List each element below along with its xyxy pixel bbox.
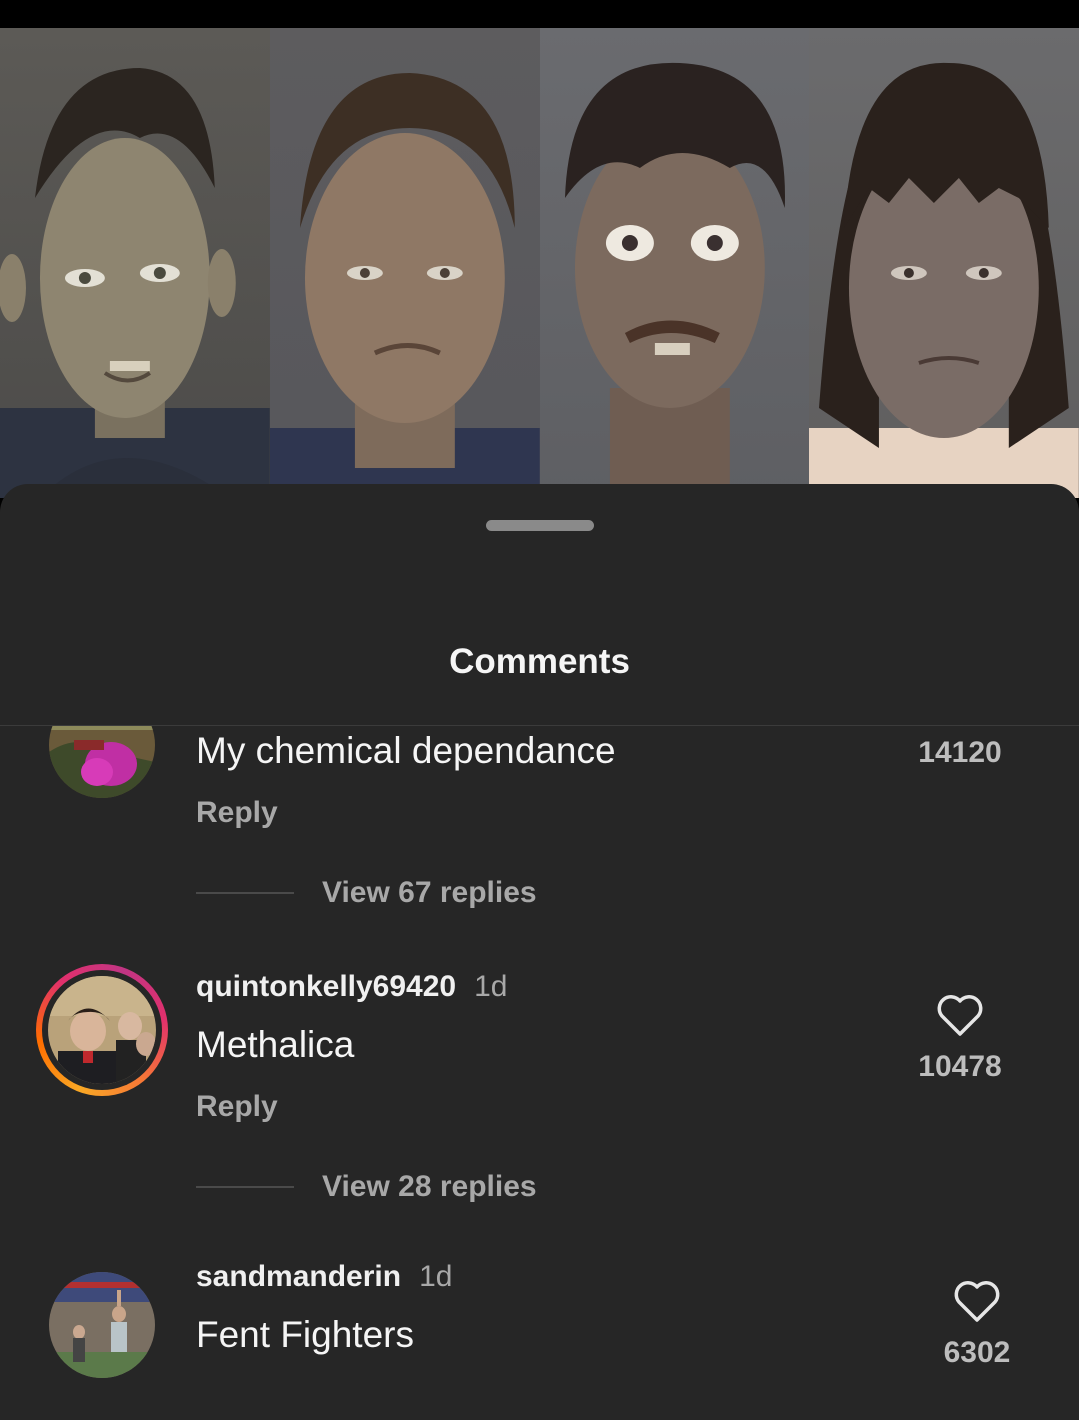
comment-text: Fent Fighters xyxy=(196,1314,414,1355)
post-media-image[interactable] xyxy=(0,28,1079,498)
comment-text: My chemical dependance xyxy=(196,730,616,771)
comment-meta: quintonkelly69420 1d xyxy=(196,970,507,1004)
story-ring[interactable] xyxy=(36,964,168,1096)
view-replies-button[interactable]: View 28 replies xyxy=(196,1170,537,1204)
replies-line xyxy=(196,892,294,894)
username[interactable]: quintonkelly69420 xyxy=(196,970,456,1003)
heart-icon[interactable] xyxy=(934,992,986,1038)
comments-sheet: Comments My chemical dependance Reply Vi… xyxy=(0,484,1079,1420)
comment-time: 1d xyxy=(419,1260,453,1293)
comment-text: Methalica xyxy=(196,1024,355,1065)
like-count: 6302 xyxy=(943,1336,1011,1369)
like-control[interactable]: 14120 xyxy=(900,726,1020,770)
comment-time: 1d xyxy=(474,970,508,1003)
comment-meta: sandmanderin 1d xyxy=(196,1260,452,1294)
sheet-title: Comments xyxy=(449,642,630,681)
heart-icon[interactable] xyxy=(951,1278,1003,1324)
portrait-panel-3 xyxy=(539,28,810,498)
like-count: 10478 xyxy=(918,1050,1002,1083)
view-replies-button[interactable]: View 67 replies xyxy=(196,876,537,910)
reply-button[interactable]: Reply xyxy=(196,1090,278,1124)
comment-item: My chemical dependance Reply View 67 rep… xyxy=(0,726,1079,970)
like-count: 14120 xyxy=(918,736,1002,769)
sheet-drag-handle[interactable] xyxy=(486,520,594,531)
view-replies-label: View 67 replies xyxy=(322,876,537,909)
view-replies-label: View 28 replies xyxy=(322,1170,537,1203)
replies-line xyxy=(196,1186,294,1188)
status-bar xyxy=(0,0,1079,28)
portrait-panel-2 xyxy=(269,28,540,498)
like-control[interactable]: 10478 xyxy=(900,992,1020,1084)
portrait-panel-4 xyxy=(809,28,1079,498)
portrait-panel-1 xyxy=(0,28,270,498)
username[interactable]: sandmanderin xyxy=(196,1260,401,1293)
avatar[interactable] xyxy=(48,976,156,1084)
comment-item: sandmanderin 1d Fent Fighters 6302 xyxy=(0,1260,1079,1420)
like-control[interactable]: 6302 xyxy=(917,1278,1037,1370)
comment-list[interactable]: My chemical dependance Reply View 67 rep… xyxy=(0,726,1079,1420)
avatar[interactable] xyxy=(49,726,155,798)
avatar[interactable] xyxy=(49,1272,155,1378)
comment-item: quintonkelly69420 1d Methalica Reply View… xyxy=(0,964,1079,1264)
reply-button[interactable]: Reply xyxy=(196,796,278,830)
